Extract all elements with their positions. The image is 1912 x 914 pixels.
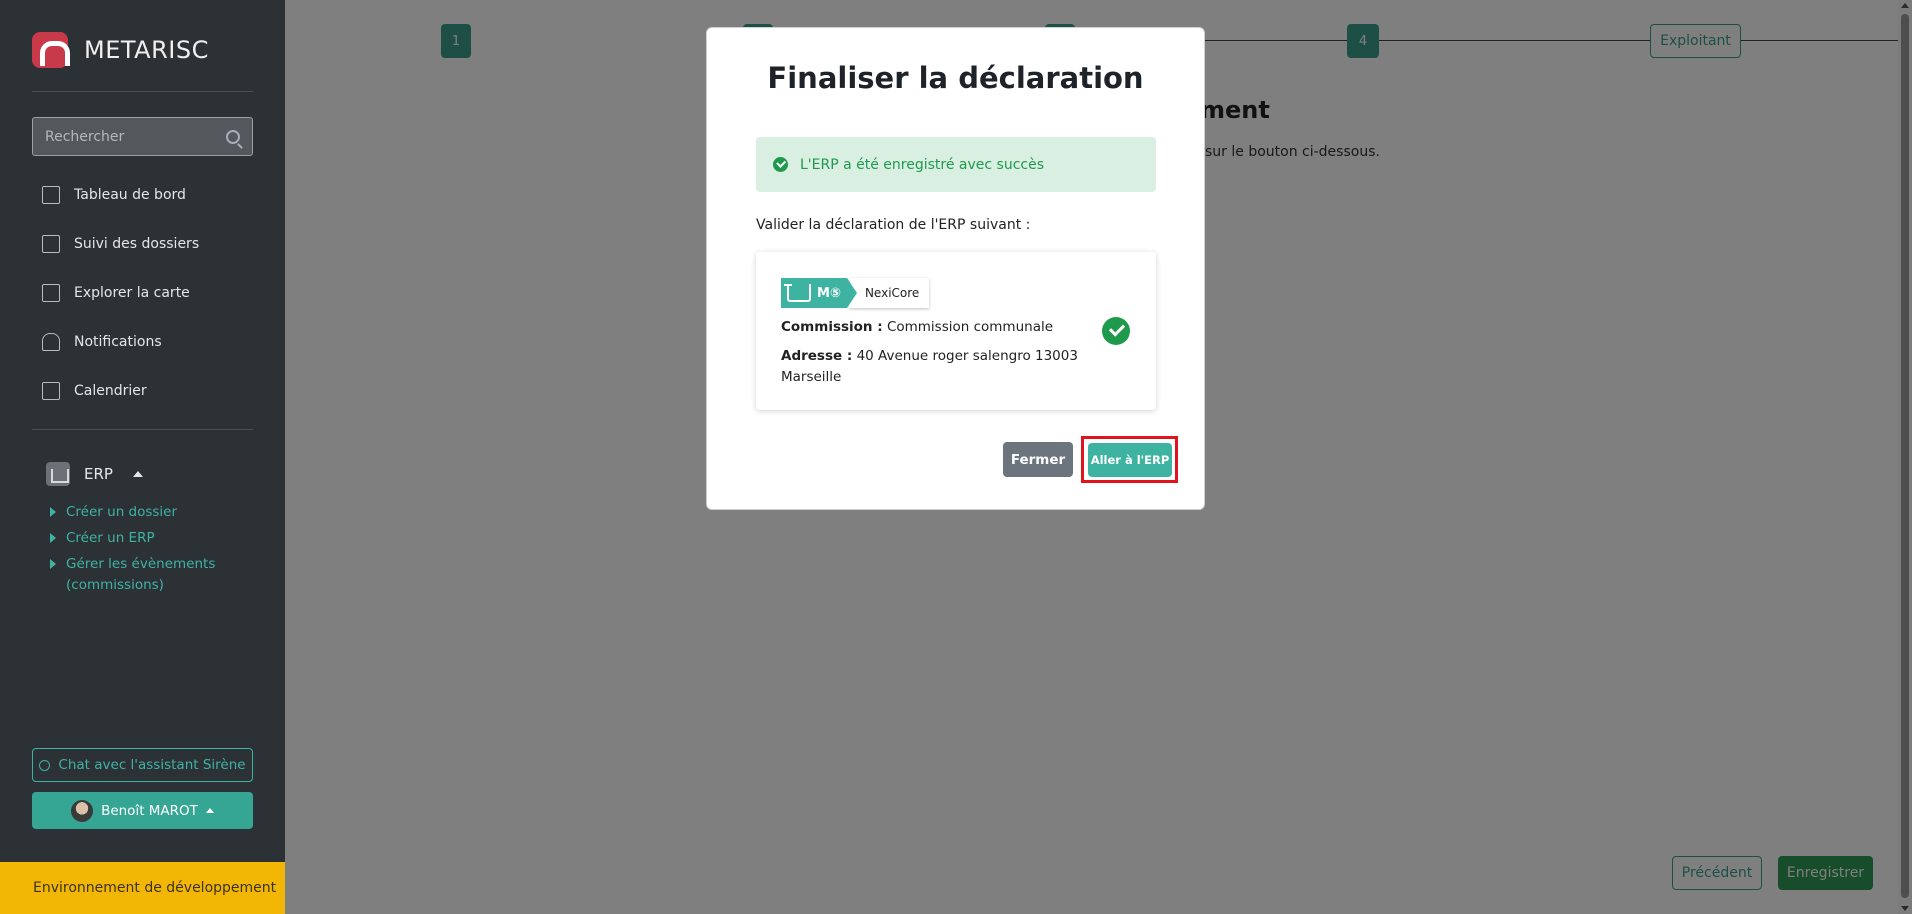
brand[interactable]: METARISC bbox=[32, 32, 209, 68]
submenu-label: Créer un ERP bbox=[66, 530, 155, 546]
chat-icon bbox=[39, 759, 51, 771]
search-box[interactable] bbox=[32, 117, 253, 156]
check-circle-icon bbox=[773, 157, 788, 172]
commission-field: Commission : Commission communale bbox=[781, 317, 1081, 338]
caret-up-icon bbox=[205, 808, 214, 813]
triangle-right-icon bbox=[50, 559, 56, 569]
main-nav: Tableau de bord Suivi des dossiers Explo… bbox=[32, 170, 253, 415]
nav-item-dossiers[interactable]: Suivi des dossiers bbox=[32, 219, 253, 268]
erp-section-toggle[interactable]: ERP bbox=[46, 462, 143, 486]
modal-title: Finaliser la déclaration bbox=[767, 61, 1144, 95]
nav-label: Suivi des dossiers bbox=[74, 235, 200, 252]
erp-type-code: M⑤ bbox=[817, 285, 841, 301]
nav-item-notifications[interactable]: Notifications bbox=[32, 317, 253, 366]
address-label: Adresse : bbox=[781, 348, 853, 364]
finalize-modal: Finaliser la déclaration L'ERP a été enr… bbox=[706, 27, 1205, 510]
nav-label: Notifications bbox=[74, 333, 162, 350]
search-input[interactable] bbox=[45, 128, 226, 145]
modal-intro: Valider la déclaration de l'ERP suivant … bbox=[756, 217, 1031, 233]
metarisc-logo bbox=[32, 32, 70, 68]
divider bbox=[32, 429, 253, 430]
erp-card: M⑤ NexiCore Commission : Commission comm… bbox=[756, 252, 1156, 410]
folder-icon bbox=[42, 234, 60, 253]
chat-assistant-button[interactable]: Chat avec l'assistant Sirène bbox=[32, 748, 253, 782]
scroll-down-icon[interactable] bbox=[1901, 906, 1909, 911]
bell-icon bbox=[42, 332, 60, 351]
chat-label: Chat avec l'assistant Sirène bbox=[58, 757, 246, 773]
user-name: Benoît MAROT bbox=[101, 802, 198, 819]
submenu-item-create-dossier[interactable]: Créer un dossier bbox=[50, 502, 250, 523]
go-to-erp-button[interactable]: Aller à l'ERP bbox=[1088, 443, 1172, 477]
close-button[interactable]: Fermer bbox=[1003, 442, 1073, 477]
nav-label: Explorer la carte bbox=[74, 284, 190, 301]
success-message: L'ERP a été enregistré avec succès bbox=[800, 156, 1045, 173]
caret-up-icon bbox=[132, 471, 143, 477]
divider bbox=[32, 91, 253, 92]
shopping-cart-icon bbox=[784, 284, 811, 302]
erp-badge: M⑤ NexiCore bbox=[781, 278, 930, 308]
nav-item-calendar[interactable]: Calendrier bbox=[32, 366, 253, 415]
commission-label: Commission : bbox=[781, 319, 883, 335]
brand-name: METARISC bbox=[84, 36, 209, 64]
nav-item-dashboard[interactable]: Tableau de bord bbox=[32, 170, 253, 219]
scroll-up-icon[interactable] bbox=[1901, 3, 1909, 8]
nav-label: Calendrier bbox=[74, 382, 147, 399]
calendar-icon bbox=[42, 381, 60, 400]
check-circle-icon bbox=[1102, 317, 1130, 345]
scrollbar[interactable] bbox=[1898, 0, 1912, 914]
environment-banner: Environnement de développement bbox=[0, 862, 285, 914]
submenu-label: Gérer les évènements (commissions) bbox=[66, 556, 216, 593]
erp-submenu: Créer un dossier Créer un ERP Gérer les … bbox=[50, 502, 250, 601]
commission-value: Commission communale bbox=[886, 319, 1054, 335]
scrollbar-thumb[interactable] bbox=[1901, 14, 1909, 898]
building-icon bbox=[46, 462, 70, 486]
erp-type-badge: M⑤ bbox=[781, 278, 857, 308]
user-menu-button[interactable]: Benoît MAROT bbox=[32, 792, 253, 829]
nav-label: Tableau de bord bbox=[74, 186, 186, 203]
nav-item-map[interactable]: Explorer la carte bbox=[32, 268, 253, 317]
address-field: Adresse : 40 Avenue roger salengro 13003… bbox=[781, 346, 1081, 388]
avatar bbox=[71, 799, 94, 822]
submenu-item-create-erp[interactable]: Créer un ERP bbox=[50, 528, 250, 549]
erp-section-label: ERP bbox=[84, 465, 113, 483]
triangle-right-icon bbox=[50, 507, 56, 517]
erp-name: NexiCore bbox=[848, 278, 930, 308]
sidebar: METARISC Tableau de bord Suivi des dossi… bbox=[0, 0, 285, 914]
triangle-right-icon bbox=[50, 533, 56, 543]
erp-name-text: NexiCore bbox=[864, 286, 920, 300]
go-to-erp-label: Aller à l'ERP bbox=[1090, 453, 1170, 467]
search-icon[interactable] bbox=[226, 129, 240, 144]
map-icon bbox=[42, 283, 60, 302]
submenu-item-manage-events[interactable]: Gérer les évènements (commissions) bbox=[50, 554, 250, 596]
environment-label: Environnement de développement bbox=[33, 880, 277, 896]
submenu-label: Créer un dossier bbox=[66, 504, 178, 520]
home-icon bbox=[42, 185, 60, 204]
close-label: Fermer bbox=[1010, 451, 1066, 468]
success-alert: L'ERP a été enregistré avec succès bbox=[756, 137, 1156, 192]
